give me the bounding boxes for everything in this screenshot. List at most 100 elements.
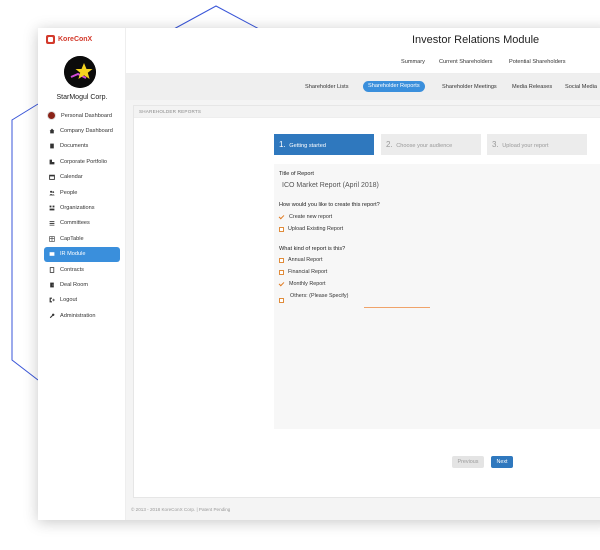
tab-shareholder-reports[interactable]: Shareholder Reports (363, 81, 425, 92)
sidebar-item-company-dashboard[interactable]: Company Dashboard (44, 123, 120, 138)
topnav-summary[interactable]: Summary (401, 59, 425, 65)
deal-room-icon (50, 282, 54, 288)
app-window: KoreConX StarMogul Corp. Personal Dashbo… (38, 28, 600, 520)
koreconx-logo-icon (46, 35, 55, 44)
user-avatar (47, 111, 56, 121)
sub-nav: Shareholder Lists Shareholder Reports Sh… (126, 74, 600, 100)
sidebar-item-organizations[interactable]: Organizations (44, 200, 120, 215)
topnav-potential-shareholders[interactable]: Potential Shareholders (509, 59, 566, 65)
panel-header: SHAREHOLDER REPORTS (134, 106, 600, 118)
sidebar-item-label: CapTable (60, 235, 84, 242)
portfolio-icon (49, 159, 55, 165)
sidebar-item-label: Deal Room (60, 281, 88, 288)
option-upload-existing[interactable]: Upload Existing Report (279, 226, 343, 232)
option-label: Others: (Please Specify) (290, 293, 349, 299)
people-icon (49, 190, 55, 196)
step-number: 1. (279, 140, 286, 149)
tab-shareholder-lists[interactable]: Shareholder Lists (305, 82, 349, 93)
checkmark-icon (279, 281, 285, 287)
title-label: Title of Report (279, 171, 314, 177)
sidebar-item-label: Administration (60, 312, 96, 319)
option-financial-report[interactable]: Financial Report (279, 269, 327, 275)
reports-panel: SHAREHOLDER REPORTS 1. Getting started 2… (133, 105, 600, 498)
step-upload-report[interactable]: 3. Upload your report (487, 134, 587, 155)
home-icon (49, 128, 55, 134)
sidebar-item-corporate-portfolio[interactable]: Corporate Portfolio (44, 154, 120, 169)
committees-icon (49, 221, 55, 226)
tab-media-releases[interactable]: Media Releases (512, 82, 552, 93)
option-create-new[interactable]: Create new report (279, 214, 332, 220)
sidebar-item-label: Company Dashboard (60, 128, 113, 135)
sidebar-item-label: Contracts (60, 266, 84, 273)
ir-icon (49, 252, 55, 257)
checkmark-icon (279, 214, 285, 220)
sidebar-item-contracts[interactable]: Contracts (44, 262, 120, 277)
top-nav: Summary Current Shareholders Potential S… (126, 48, 600, 74)
sidebar-item-label: Committees (60, 220, 90, 227)
previous-button[interactable]: Previous (452, 456, 484, 468)
create-question: How would you like to create this report… (279, 202, 380, 208)
sidebar-item-deal-room[interactable]: Deal Room (44, 277, 120, 292)
kind-question: What kind of report is this? (279, 246, 346, 252)
tab-shareholder-meetings[interactable]: Shareholder Meetings (442, 82, 497, 93)
step-getting-started[interactable]: 1. Getting started (274, 134, 374, 155)
main-area: Investor Relations Module Summary Curren… (126, 28, 600, 520)
stage: KoreConX StarMogul Corp. Personal Dashbo… (0, 0, 600, 550)
report-form: Title of Report ICO Market Report (April… (274, 164, 600, 429)
sidebar-item-logout[interactable]: Logout (44, 293, 120, 308)
sidebar-item-label: Corporate Portfolio (60, 158, 107, 165)
contracts-icon (49, 266, 55, 273)
sidebar-item-label: Calendar (60, 174, 83, 181)
brand[interactable]: KoreConX (46, 35, 92, 44)
tab-social-media[interactable]: Social Media (565, 82, 597, 93)
others-input[interactable] (364, 307, 430, 308)
checkbox-icon (279, 257, 284, 263)
option-monthly-report[interactable]: Monthly Report (279, 281, 326, 287)
captable-icon (49, 236, 55, 242)
company-name: StarMogul Corp. (56, 94, 108, 101)
sidebar-item-people[interactable]: People (44, 185, 120, 200)
star-icon (64, 56, 96, 88)
sidebar-item-committees[interactable]: Committees (44, 216, 120, 231)
sidebar-item-documents[interactable]: Documents (44, 139, 120, 154)
option-label: Financial Report (288, 269, 328, 275)
sidebar-item-label: Organizations (60, 205, 95, 212)
page-title: Investor Relations Module (412, 34, 540, 46)
title-input[interactable]: ICO Market Report (April 2018) (282, 182, 379, 189)
step-number: 2. (386, 140, 393, 149)
sidebar-item-label: Documents (60, 143, 89, 150)
sidebar-item-calendar[interactable]: Calendar (44, 170, 120, 185)
footer-text: © 2013 - 2018 KoreConX Corp. | Patent Pe… (131, 507, 231, 512)
sidebar-item-ir-module[interactable]: IR Module (44, 246, 120, 262)
brand-name: KoreConX (58, 36, 93, 43)
step-label: Upload your report (502, 143, 549, 149)
checkbox-icon (279, 226, 284, 232)
content-area: SHAREHOLDER REPORTS 1. Getting started 2… (126, 100, 600, 520)
option-label: Upload Existing Report (288, 226, 344, 232)
option-annual-report[interactable]: Annual Report (279, 257, 322, 263)
step-label: Getting started (289, 143, 326, 149)
option-label: Annual Report (288, 257, 323, 263)
step-choose-audience[interactable]: 2. Choose your audience (381, 134, 481, 155)
sidebar-item-label: IR Module (60, 251, 86, 258)
step-label: Choose your audience (396, 143, 453, 149)
option-label: Create new report (289, 214, 333, 220)
company-logo (64, 56, 96, 88)
documents-icon (50, 144, 54, 149)
option-others[interactable]: Others: (Please Specify) (279, 293, 348, 303)
logout-icon (49, 297, 55, 303)
sidebar-item-personal-dashboard[interactable]: Personal Dashboard (44, 108, 120, 123)
topnav-current-shareholders[interactable]: Current Shareholders (439, 59, 492, 65)
organizations-icon (49, 205, 55, 211)
sidebar-item-label: Logout (60, 297, 78, 304)
calendar-icon (49, 175, 55, 181)
checkbox-icon (279, 269, 284, 275)
sidebar: KoreConX StarMogul Corp. Personal Dashbo… (38, 28, 126, 520)
next-button[interactable]: Next (491, 456, 513, 468)
sidebar-item-label: People (60, 189, 78, 196)
wrench-icon (49, 313, 55, 318)
sidebar-item-label: Personal Dashboard (61, 112, 112, 119)
sidebar-item-administration[interactable]: Administration (44, 308, 120, 323)
checkbox-icon (279, 298, 284, 303)
sidebar-item-captable[interactable]: CapTable (44, 231, 120, 246)
